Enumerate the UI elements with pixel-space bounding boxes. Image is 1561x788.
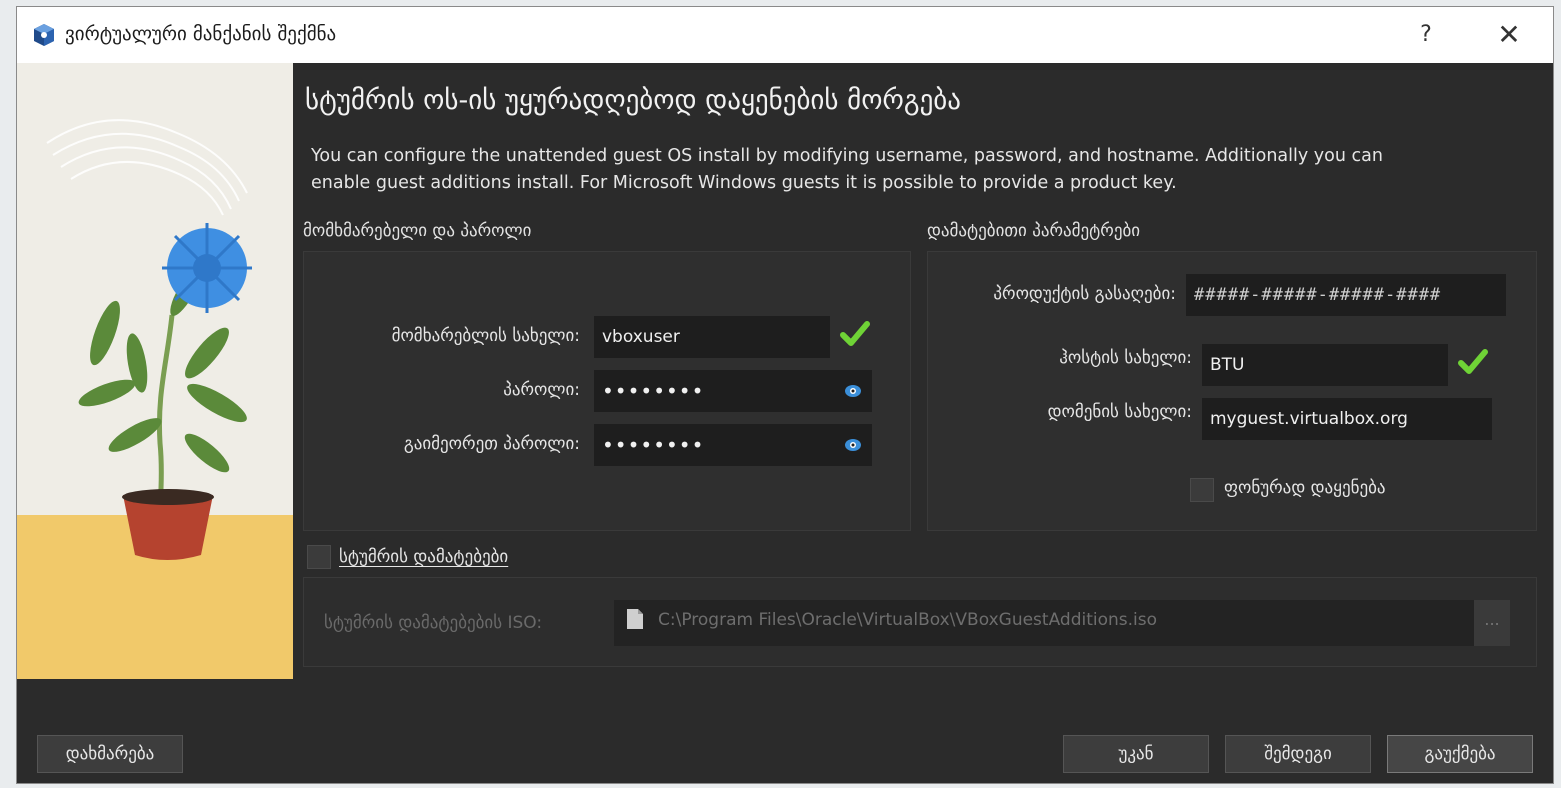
wizard-illustration (17, 63, 293, 679)
iso-path-text: C:\Program Files\Oracle\VirtualBox\VBoxG… (658, 610, 1158, 630)
password-label: პაროლი: (503, 380, 580, 400)
page-title: სტუმრის ოს-ის უყურადღებოდ დაყენების მორგ… (305, 85, 961, 116)
help-title-button[interactable]: ? (1409, 17, 1443, 53)
guest-additions-label[interactable]: სტუმრის დამატებები (339, 547, 508, 567)
window-title: ვირტუალური მანქანის შექმნა (65, 23, 337, 45)
repeat-password-input[interactable] (594, 424, 872, 466)
username-valid-icon (840, 321, 870, 346)
background-install-checkbox[interactable] (1190, 478, 1214, 502)
next-button[interactable]: შემდეგი (1225, 735, 1371, 773)
back-button[interactable]: უკან (1063, 735, 1209, 773)
file-icon (627, 609, 643, 629)
domain-label: დომენის სახელი: (1047, 402, 1192, 422)
title-bar: ვირტუალური მანქანის შექმნა ? ✕ (17, 7, 1553, 63)
content-area: სტუმრის ოს-ის უყურადღებოდ დაყენების მორგ… (37, 63, 1553, 783)
additional-group-box: პროდუქტის გასაღები: ჰოსტის სახელი: დომენ… (927, 251, 1537, 531)
product-key-label: პროდუქტის გასაღები: (993, 284, 1176, 304)
guest-additions-checkbox[interactable] (307, 545, 331, 569)
password-eye-icon[interactable] (844, 384, 862, 398)
domain-input[interactable] (1202, 398, 1492, 440)
user-group-label: მომხმარებელი და პაროლი (303, 221, 532, 241)
iso-browse-button[interactable]: ... (1474, 600, 1510, 646)
page-description: You can configure the unattended guest O… (311, 146, 1383, 193)
cancel-button[interactable]: გაუქმება (1387, 735, 1533, 773)
hostname-label: ჰოსტის სახელი: (1059, 348, 1192, 368)
product-key-input[interactable] (1186, 274, 1506, 316)
username-label: მომხარებლის სახელი: (391, 326, 580, 346)
background-install-label: ფონურად დაყენება (1224, 478, 1386, 498)
hostname-valid-icon (1458, 349, 1488, 374)
flower-pot-illustration (17, 63, 293, 679)
iso-path-field[interactable]: C:\Program Files\Oracle\VirtualBox\VBoxG… (614, 600, 1474, 646)
virtualbox-cube-icon (34, 24, 54, 46)
help-button[interactable]: დახმარება (37, 735, 183, 773)
additional-group-label: დამატებითი პარამეტრები (927, 221, 1141, 241)
repeat-password-label: გაიმეორეთ პაროლი: (403, 434, 580, 454)
create-vm-dialog: ვირტუალური მანქანის შექმნა ? ✕ სტუმრის ო… (16, 6, 1554, 784)
iso-label: სტუმრის დამატებების ISO: (324, 613, 543, 633)
username-input[interactable] (594, 316, 830, 358)
user-group-box: მომხარებლის სახელი: პაროლი: გაიმეორეთ პა… (303, 251, 911, 531)
hostname-input[interactable] (1202, 344, 1448, 386)
guest-additions-box: სტუმრის დამატებების ISO: C:\Program File… (303, 577, 1537, 667)
repeat-password-eye-icon[interactable] (844, 438, 862, 452)
close-button[interactable]: ✕ (1489, 17, 1529, 53)
password-input[interactable] (594, 370, 872, 412)
